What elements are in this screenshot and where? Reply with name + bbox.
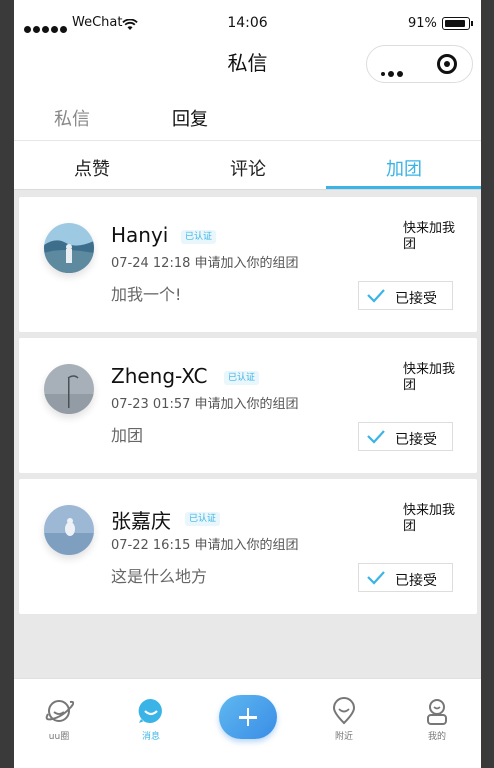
request-meta: 07-22 16:15 申请加入你的组团 [111, 538, 299, 553]
profile-icon [427, 699, 447, 725]
sub-tabs: 点赞 评论 加团 [14, 141, 481, 193]
request-message: 加我一个! [111, 285, 182, 304]
tab-messages[interactable]: 消息 [121, 697, 181, 742]
request-message: 加团 [111, 426, 144, 445]
avatar[interactable] [44, 505, 94, 555]
accepted-button[interactable]: 已接受 [358, 281, 453, 310]
battery-icon [442, 17, 473, 30]
list-item[interactable]: 张嘉庆 已认证 07-22 16:15 申请加入你的组团 这是什么地方 快来加我… [19, 479, 477, 614]
more-icon[interactable] [381, 62, 406, 81]
top-tabs: 私信 回复 [14, 90, 481, 141]
tab-nearby[interactable]: 附近 [314, 697, 374, 742]
message-icon [138, 698, 162, 723]
accepted-label: 已接受 [395, 432, 437, 448]
tab-label: 我的 [427, 732, 446, 742]
checkmark-icon [366, 428, 386, 448]
tab-label: 附近 [334, 732, 353, 742]
tab-reply[interactable]: 回复 [172, 105, 208, 131]
group-name: 快来加我团 [403, 362, 456, 393]
phone-screen: WeChat 14:06 91% 私信 私信 回复 点赞 评论 加团 Hanyi… [14, 0, 481, 768]
request-message: 这是什么地方 [111, 567, 208, 586]
user-name[interactable]: 张嘉庆 [111, 505, 171, 534]
tab-join-group[interactable]: 加团 [326, 155, 481, 181]
request-meta: 07-23 01:57 申请加入你的组团 [111, 397, 299, 412]
battery-percent: 91% [408, 16, 437, 31]
avatar[interactable] [44, 223, 94, 273]
tab-comments[interactable]: 评论 [170, 155, 326, 181]
request-meta: 07-24 12:18 申请加入你的组团 [111, 256, 299, 271]
bottom-tab-bar: uu圈 消息 附近 我的 [14, 678, 481, 768]
plus-icon[interactable] [219, 695, 277, 739]
tab-label: uu圈 [48, 732, 70, 742]
accepted-label: 已接受 [395, 291, 437, 307]
checkmark-icon [366, 569, 386, 589]
accepted-button[interactable]: 已接受 [358, 422, 453, 451]
list-item[interactable]: Hanyi 已认证 07-24 12:18 申请加入你的组团 加我一个! 快来加… [19, 197, 477, 332]
join-request-list: Hanyi 已认证 07-24 12:18 申请加入你的组团 加我一个! 快来加… [14, 190, 481, 678]
close-icon[interactable] [437, 54, 457, 74]
user-name[interactable]: Hanyi [111, 223, 168, 247]
tab-mine[interactable]: 我的 [407, 697, 467, 742]
checkmark-icon [366, 287, 386, 307]
location-pin-icon [332, 697, 356, 725]
verified-badge: 已认证 [181, 230, 217, 244]
tab-uu-circle[interactable]: uu圈 [29, 697, 89, 742]
tab-likes[interactable]: 点赞 [14, 155, 170, 181]
verified-badge: 已认证 [224, 371, 260, 385]
group-name: 快来加我团 [403, 221, 456, 252]
planet-icon [45, 700, 75, 722]
list-item[interactable]: Zheng-XC 已认证 07-23 01:57 申请加入你的组团 加团 快来加… [19, 338, 477, 473]
navigation-bar: 私信 [14, 40, 481, 86]
group-name: 快来加我团 [403, 503, 456, 534]
accepted-label: 已接受 [395, 573, 437, 589]
miniprogram-capsule [366, 45, 473, 83]
avatar[interactable] [44, 364, 94, 414]
tab-label: 消息 [141, 732, 160, 742]
verified-badge: 已认证 [185, 512, 221, 526]
accepted-button[interactable]: 已接受 [358, 563, 453, 592]
tab-private-message[interactable]: 私信 [54, 105, 90, 131]
user-name[interactable]: Zheng-XC [111, 364, 207, 388]
